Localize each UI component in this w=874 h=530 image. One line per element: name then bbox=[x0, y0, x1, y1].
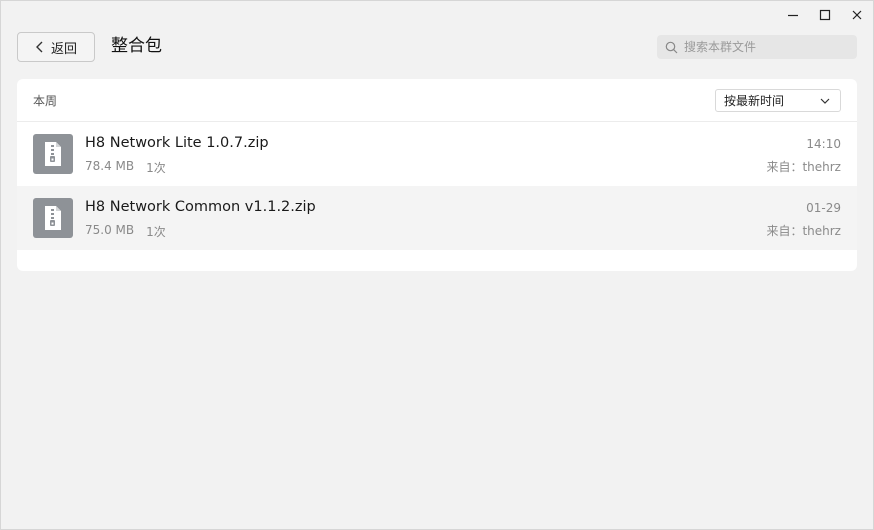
file-size: 78.4 MB bbox=[85, 159, 135, 173]
sort-dropdown-value: 按最新时间 bbox=[724, 94, 785, 108]
app-window: 返回 整合包 本周 按最新时间 bbox=[0, 0, 874, 530]
file-uploader: 来自：thehrz bbox=[766, 160, 841, 174]
file-name: H8 Network Lite 1.0.7.zip bbox=[85, 135, 269, 151]
file-time: 01-29 bbox=[806, 201, 841, 215]
panel-header: 本周 按最新时间 bbox=[17, 79, 857, 122]
file-meta: 75.0 MB 1次 bbox=[85, 223, 166, 240]
file-name: H8 Network Common v1.1.2.zip bbox=[85, 199, 316, 215]
zip-file-icon bbox=[33, 134, 73, 174]
window-controls bbox=[777, 1, 873, 29]
zip-file-icon bbox=[33, 198, 73, 238]
minimize-button[interactable] bbox=[777, 1, 809, 29]
chevron-down-icon bbox=[820, 98, 830, 104]
file-row[interactable]: H8 Network Lite 1.0.7.zip 78.4 MB 1次 14:… bbox=[17, 122, 857, 186]
download-count: 1次 bbox=[146, 161, 166, 175]
sort-dropdown[interactable]: 按最新时间 bbox=[715, 89, 841, 112]
close-button[interactable] bbox=[841, 1, 873, 29]
file-size: 75.0 MB bbox=[85, 223, 135, 237]
file-list-panel: 本周 按最新时间 H8 Network Lite 1.0.7.zip 78.4 … bbox=[17, 79, 857, 271]
back-button-label: 返回 bbox=[50, 41, 77, 57]
page-title: 整合包 bbox=[111, 36, 162, 56]
search-box[interactable] bbox=[657, 35, 857, 59]
section-label: 本周 bbox=[33, 94, 58, 108]
maximize-icon bbox=[819, 9, 831, 21]
file-meta: 78.4 MB 1次 bbox=[85, 159, 166, 176]
chevron-left-icon bbox=[35, 41, 43, 53]
maximize-button[interactable] bbox=[809, 1, 841, 29]
download-count: 1次 bbox=[146, 225, 166, 239]
search-input[interactable] bbox=[684, 40, 844, 54]
close-icon bbox=[852, 10, 862, 20]
back-button[interactable]: 返回 bbox=[17, 32, 95, 62]
search-icon bbox=[665, 41, 678, 53]
file-uploader: 来自：thehrz bbox=[766, 224, 841, 238]
minimize-icon bbox=[788, 14, 798, 17]
file-row[interactable]: H8 Network Common v1.1.2.zip 75.0 MB 1次 … bbox=[17, 186, 857, 250]
file-time: 14:10 bbox=[806, 137, 841, 151]
